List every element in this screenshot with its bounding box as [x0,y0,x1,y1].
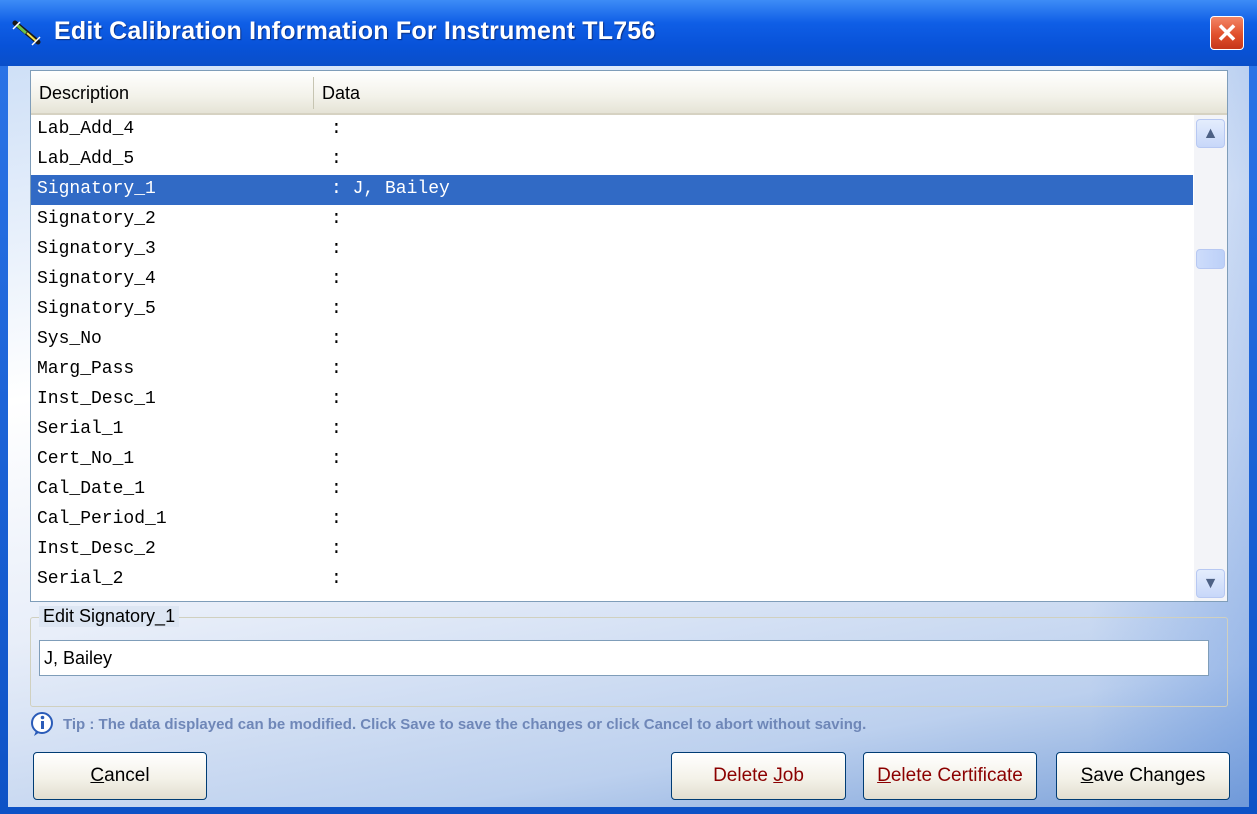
calibration-list[interactable]: Description Data Lab_Add_4: Lab_Add_5: Sig… [30,70,1228,602]
row-data: : [331,419,342,439]
delete-job-button[interactable]: Delete Job [671,752,846,800]
list-header: Description Data [31,71,1227,115]
list-body: Lab_Add_4: Lab_Add_5: Signatory_1: J, Bail… [31,115,1193,601]
close-button[interactable]: ✕ [1210,16,1244,50]
title-bar[interactable]: Edit Calibration Information For Instrum… [0,0,1257,66]
row-data: : J, Bailey [331,179,450,199]
row-description: Serial_2 [37,569,124,589]
edit-groupbox-label: Edit Signatory_1 [39,606,180,627]
save-changes-label-post: ave Changes [1093,765,1206,786]
table-row[interactable]: Signatory_4: [31,265,1193,295]
save-changes-accelerator: S [1080,765,1094,786]
row-description: Signatory_3 [37,239,156,259]
row-data: : [331,209,342,229]
table-row[interactable]: Marg_Pass: [31,355,1193,385]
row-description: Cal_Date_1 [37,479,146,499]
row-description: Signatory_2 [37,209,156,229]
delete-job-label-pre: Delete [713,765,774,786]
window-title: Edit Calibration Information For Instrum… [54,17,656,45]
row-description: Inst_Desc_2 [37,539,156,559]
row-data: : [331,569,342,589]
tip-bar: Tip : The data displayed can be modified… [30,711,1130,741]
row-description: Serial_1 [37,419,124,439]
row-data: : [331,149,342,169]
row-data: : [331,539,342,559]
row-data: : [331,329,342,349]
table-row[interactable]: Signatory_3: [31,235,1193,265]
table-row[interactable]: Lab_Add_4: [31,115,1193,145]
row-data: : [331,299,342,319]
row-description: Lab_Add_4 [37,119,135,139]
edit-groupbox: Edit Signatory_1 [30,606,1228,707]
cancel-label-post: ancel [104,765,150,786]
delete-certificate-button[interactable]: Delete Certificate [863,752,1037,800]
column-header-data[interactable]: Data [314,71,1194,113]
vertical-scrollbar[interactable]: ▲ ▼ [1194,115,1227,601]
scroll-up-button[interactable]: ▲ [1196,119,1225,148]
delete-job-label-post: ob [782,765,804,786]
row-description: Cal_Period_1 [37,509,167,529]
row-data: : [331,239,342,259]
chevron-down-icon: ▼ [1202,575,1219,592]
delete-certificate-accelerator: D [877,765,891,786]
calibration-probe-icon [12,20,41,46]
close-icon: ✕ [1216,18,1238,48]
table-row[interactable]: Sys_No: [31,325,1193,355]
row-data: : [331,509,342,529]
row-description: Inst_Desc_1 [37,389,156,409]
edit-value-input[interactable] [39,640,1209,676]
column-header-description[interactable]: Description [31,71,313,113]
table-row[interactable]: Serial_2: [31,565,1193,595]
dialog-window: Edit Calibration Information For Instrum… [0,0,1257,814]
cancel-accelerator: C [90,765,105,786]
table-row[interactable]: Signatory_1 : J, Bailey [31,175,1193,205]
table-row[interactable]: Cert_No_1: [31,445,1193,475]
row-description: Signatory_4 [37,269,156,289]
cancel-button[interactable]: Cancel [33,752,207,800]
row-description: Sys_No [37,329,102,349]
table-row[interactable]: Cal_Date_1: [31,475,1193,505]
row-description: Signatory_5 [37,299,156,319]
row-data: : [331,359,342,379]
row-data: : [331,269,342,289]
row-data: : [331,389,342,409]
table-row[interactable]: Serial_1: [31,415,1193,445]
chevron-up-icon: ▲ [1202,125,1219,142]
row-description: Cert_No_1 [37,449,135,469]
save-changes-button[interactable]: Save Changes [1056,752,1230,800]
row-data: : [331,479,342,499]
delete-job-accelerator: J [773,765,783,786]
scroll-down-button[interactable]: ▼ [1196,569,1225,598]
table-row[interactable]: Inst_Desc_1: [31,385,1193,415]
info-icon [31,712,53,736]
table-row[interactable]: Lab_Add_5: [31,145,1193,175]
tip-text: Tip : The data displayed can be modified… [63,716,867,733]
table-row[interactable]: Signatory_2: [31,205,1193,235]
table-row[interactable]: Inst_Desc_2: [31,535,1193,565]
table-row[interactable]: Cal_Period_1: [31,505,1193,535]
scrollbar-thumb[interactable] [1196,249,1225,269]
delete-certificate-label-post: elete Certificate [890,765,1023,786]
row-description: Lab_Add_5 [37,149,135,169]
row-description: Marg_Pass [37,359,135,379]
row-data: : [331,119,342,139]
table-row[interactable]: Signatory_5: [31,295,1193,325]
row-description: Signatory_1 [37,179,156,199]
row-data: : [331,449,342,469]
